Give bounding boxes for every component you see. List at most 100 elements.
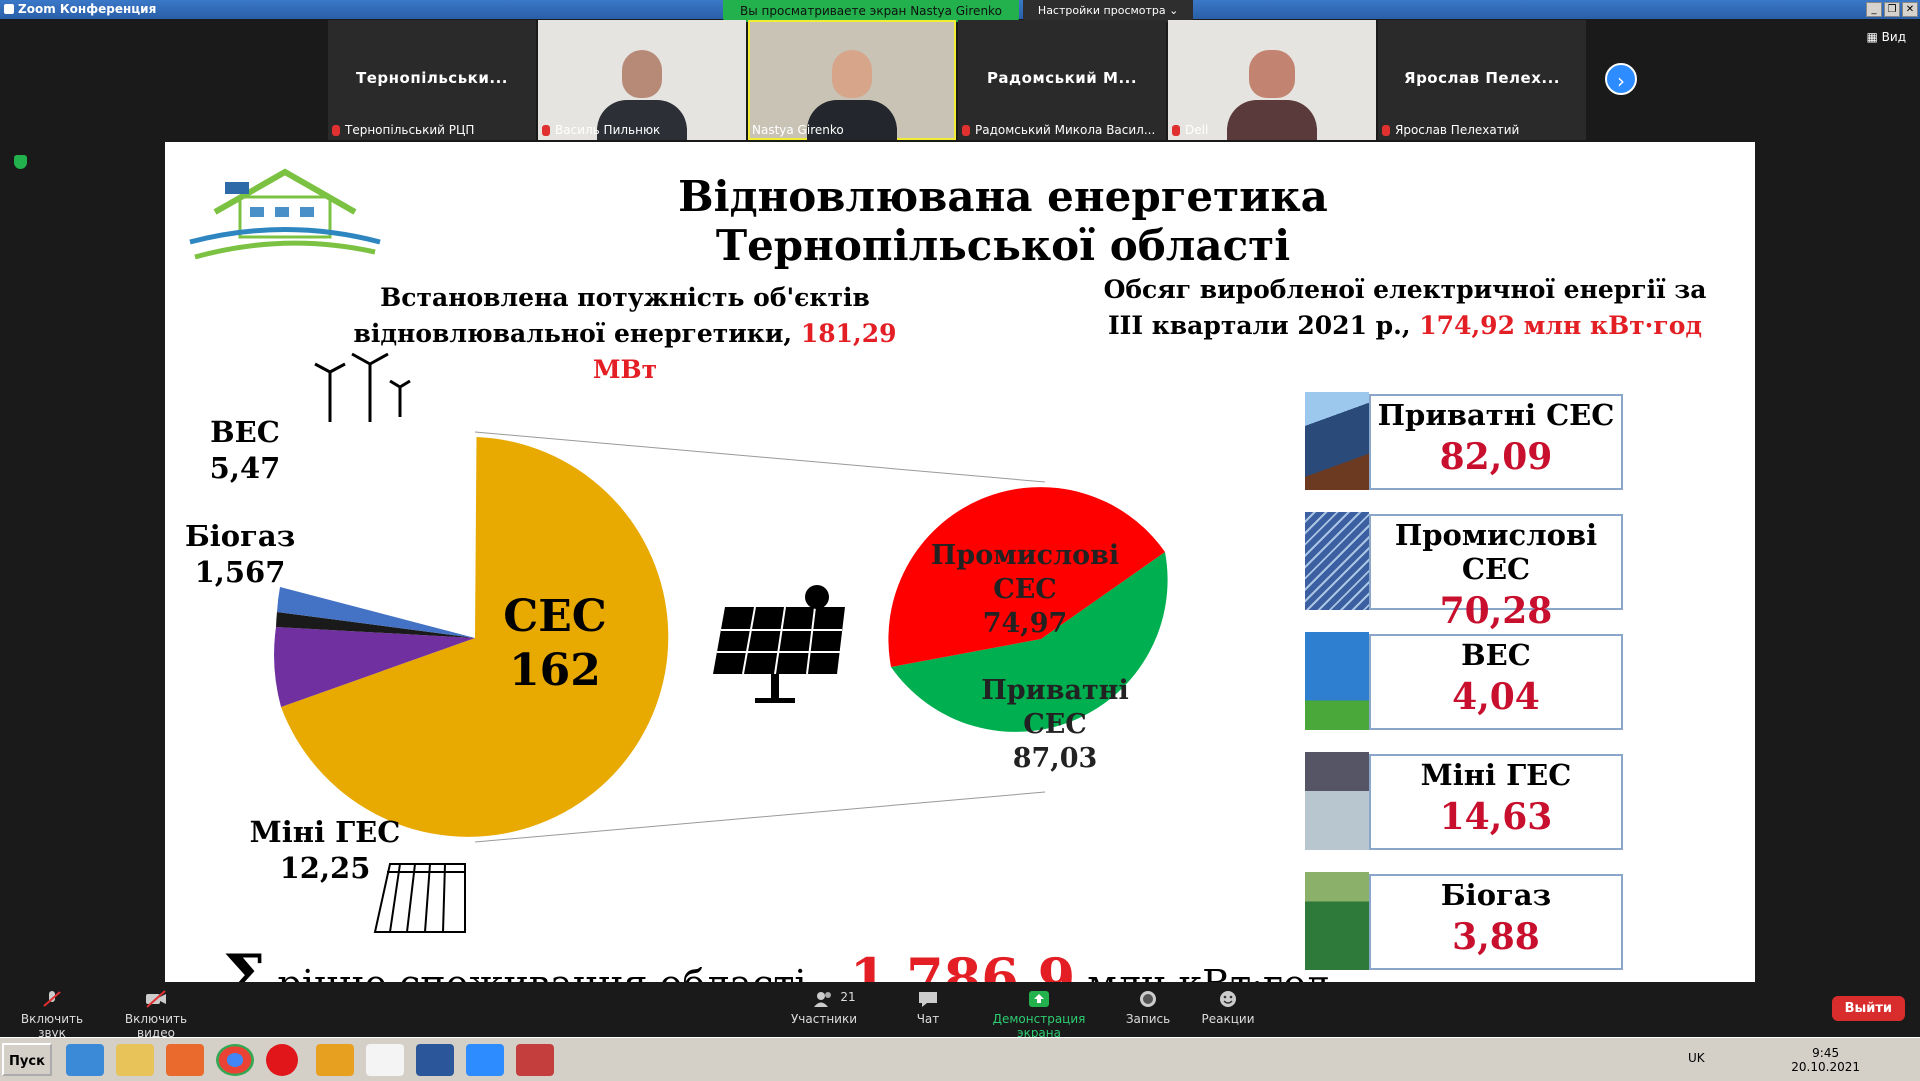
smiley-icon (1220, 991, 1236, 1007)
participants-count: 21 (840, 990, 856, 1004)
language-indicator[interactable]: UK (1688, 1051, 1705, 1065)
annual-consumption: Σ річне споживання області – 1 786,9 млн… (223, 942, 1329, 982)
pie-label-ves: ВЕС (210, 415, 280, 449)
stat-card: Приватні СЕС 82,09 (1305, 392, 1669, 490)
stat-value: 14,63 (1439, 796, 1553, 838)
internet-explorer-icon[interactable] (66, 1044, 104, 1076)
muted-mic-icon (542, 125, 550, 136)
muted-mic-icon (962, 125, 970, 136)
record-label: Запись (1125, 1012, 1171, 1026)
stat-card: Міні ГЕС 14,63 (1305, 752, 1669, 850)
unmute-button[interactable]: Включить звук (8, 982, 96, 1040)
pie-label-biogas: Біогаз (185, 519, 296, 553)
stat-value: 70,28 (1439, 590, 1553, 632)
media-player-icon[interactable] (166, 1044, 204, 1076)
private-ses-label: Приватні СЕС 87,03 (945, 674, 1165, 776)
windows-taskbar: Пуск UK 9:45 20.10.2021 (0, 1037, 1920, 1081)
ses-label: СЕС 162 (475, 590, 635, 698)
stat-card: ВЕС 4,04 (1305, 632, 1669, 730)
clock-time: 9:45 (1812, 1046, 1840, 1060)
wind-turbines-icon (314, 352, 411, 422)
unmute-label: Включить звук (20, 1012, 84, 1040)
pie-label-ses: СЕС (503, 591, 607, 642)
word-icon[interactable] (416, 1044, 454, 1076)
reactions-label: Реакции (1201, 1012, 1255, 1026)
start-video-label: Включить видео (124, 1012, 188, 1040)
chat-bubble-icon (919, 992, 937, 1007)
participant-tile[interactable]: Тернопільськи... Тернопільський РЦП (328, 20, 536, 140)
muted-mic-icon (1382, 125, 1390, 136)
clock-date: 20.10.2021 (1791, 1060, 1860, 1074)
file-explorer-icon[interactable] (116, 1044, 154, 1076)
participant-caption: Dell (1185, 123, 1209, 137)
participant-caption: Радомський Микола Васил... (975, 123, 1156, 137)
pie-label-mini-ges: Міні ГЕС (249, 815, 401, 849)
close-button[interactable]: ✕ (1902, 2, 1918, 17)
window-controls: _ ❐ ✕ (1866, 2, 1918, 17)
chrome-icon[interactable] (216, 1044, 254, 1076)
sub-pie-label-private: Приватні СЕС (981, 675, 1129, 740)
minimize-button[interactable]: _ (1866, 2, 1882, 17)
muted-mic-icon (43, 991, 61, 1007)
participant-caption: Василь Пильнюк (555, 123, 661, 137)
pie-value-ses: 162 (509, 645, 601, 696)
participant-tile[interactable]: Ярослав Пелех... Ярослав Пелехатий (1378, 20, 1586, 140)
hydro-plant-image (1305, 752, 1369, 850)
participants-icon (814, 992, 831, 1007)
participant-caption: Тернопільський РЦП (345, 123, 475, 137)
industrial-ses-label: Промислові СЕС 74,97 (925, 539, 1125, 641)
stat-card: Біогаз 3,88 (1305, 872, 1669, 970)
pie-value-ves: 5,47 (209, 451, 281, 485)
powerpoint-icon[interactable] (516, 1044, 554, 1076)
zoom-taskbar-icon[interactable] (466, 1044, 504, 1076)
viewing-label: Вы просматриваете экран Nastya Girenko (723, 0, 1019, 22)
participant-tile[interactable]: Радомський М... Радомський Микола Васил.… (958, 20, 1166, 140)
maximize-button[interactable]: ❐ (1884, 2, 1900, 17)
system-clock[interactable]: 9:45 20.10.2021 (1791, 1046, 1860, 1074)
pie-value-mini-ges: 12,25 (279, 851, 371, 885)
video-off-icon (146, 990, 166, 1008)
stat-name: ВЕС (1461, 638, 1531, 672)
record-button[interactable]: Запись (1120, 982, 1176, 1026)
participants-label: Участники (790, 1012, 858, 1026)
biogas-label: Біогаз 1,567 (185, 518, 295, 590)
stat-name: Промислові СЕС (1394, 518, 1598, 586)
share-screen-icon (1029, 991, 1049, 1007)
participant-name: Ярослав Пелех... (1404, 69, 1560, 87)
participant-tile[interactable]: Василь Пильнюк (538, 20, 746, 140)
share-banner: Вы просматриваете экран Nastya Girenko Н… (723, 0, 1194, 22)
view-layout-label: Вид (1881, 30, 1906, 44)
zoom-icon (4, 4, 14, 14)
stat-value: 4,04 (1452, 676, 1540, 718)
participant-name: Радомський М... (986, 69, 1138, 87)
view-options-menu[interactable]: Настройки просмотра ⌄ (1022, 0, 1194, 22)
participants-button[interactable]: Участники (785, 982, 863, 1026)
sub-pie-value-private: 87,03 (1012, 743, 1098, 774)
start-button[interactable]: Пуск (2, 1043, 52, 1076)
participant-caption: Ярослав Пелехатий (1395, 123, 1520, 137)
sub-pie-value-industrial: 74,97 (982, 608, 1068, 639)
participant-video (1222, 40, 1322, 140)
ves-label: ВЕС 5,47 (195, 414, 295, 486)
stat-name: Біогаз (1440, 878, 1552, 912)
record-icon (1140, 991, 1156, 1007)
reactions-button[interactable]: Реакции (1198, 982, 1258, 1026)
consumption-value: 1 786,9 (849, 946, 1076, 982)
solar-farm-image (1305, 512, 1369, 610)
security-shield-icon[interactable] (14, 155, 27, 169)
app-icon[interactable] (316, 1044, 354, 1076)
chat-button[interactable]: Чат (908, 982, 948, 1026)
stat-name: Приватні СЕС (1377, 398, 1615, 432)
opera-icon[interactable] (266, 1044, 298, 1076)
participant-tile[interactable]: Dell (1168, 20, 1376, 140)
mini-ges-label: Міні ГЕС 12,25 (245, 814, 405, 886)
share-screen-label: Демонстрация экрана (992, 1012, 1086, 1040)
next-page-arrow-icon[interactable]: › (1605, 63, 1637, 95)
view-layout-button[interactable]: ▦ Вид (1867, 30, 1906, 44)
solar-panel-icon (713, 585, 845, 703)
document-icon[interactable] (366, 1044, 404, 1076)
start-video-button[interactable]: Включить видео (108, 982, 204, 1040)
participant-tile-active-speaker[interactable]: Nastya Girenko (748, 20, 956, 140)
leave-meeting-button[interactable]: Выйти (1831, 996, 1905, 1021)
share-screen-button[interactable]: Демонстрация экрана (974, 982, 1104, 1040)
